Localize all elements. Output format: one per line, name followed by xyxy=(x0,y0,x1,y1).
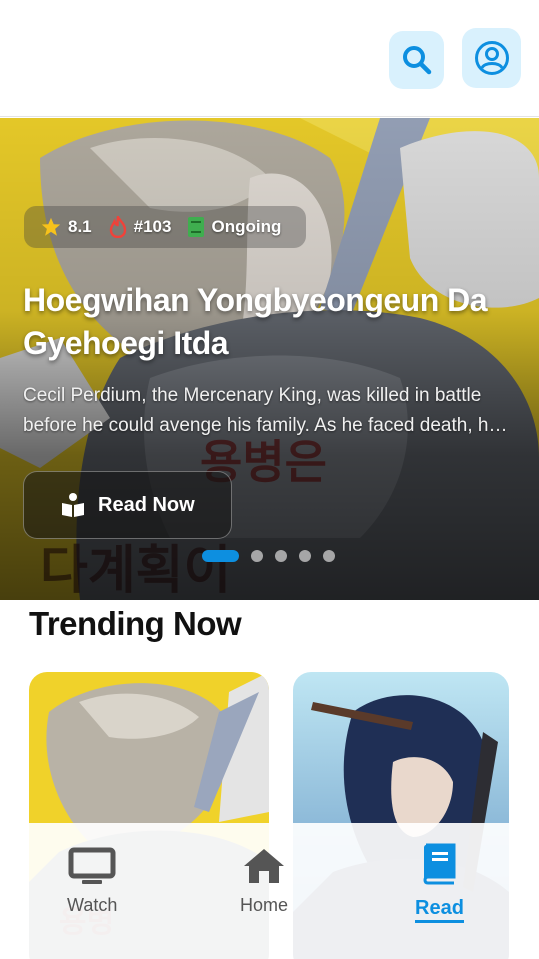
rating-badge: 8.1 xyxy=(40,216,92,238)
home-icon xyxy=(244,849,284,883)
carousel-dot-3[interactable] xyxy=(275,550,287,562)
status-badge: Ongoing xyxy=(187,216,281,238)
hero-badges: 8.1 #103 Ongoing xyxy=(24,206,306,248)
rank-value: #103 xyxy=(133,217,172,236)
nav-watch[interactable]: Watch xyxy=(67,847,117,916)
profile-button[interactable] xyxy=(462,28,521,88)
nav-watch-label: Watch xyxy=(67,895,118,915)
nav-home[interactable]: Home xyxy=(240,847,288,916)
status-value: Ongoing xyxy=(211,217,282,236)
rank-badge: #103 xyxy=(108,216,172,238)
hero-title[interactable]: Hoegwihan Yongbyeongeun Da Gyehoegi Itda xyxy=(23,279,523,365)
carousel-dot-1[interactable] xyxy=(202,550,239,562)
bottom-navigation: Watch Home Read xyxy=(0,823,539,959)
user-circle-icon xyxy=(474,41,509,75)
carousel-indicators xyxy=(202,550,335,562)
nav-home-label: Home xyxy=(240,895,289,915)
carousel-dot-4[interactable] xyxy=(299,550,311,562)
top-app-bar xyxy=(0,0,539,117)
read-now-label: Read Now xyxy=(98,493,195,516)
book-icon xyxy=(423,843,456,885)
hero-description: Cecil Perdium, the Mercenary King, was k… xyxy=(23,385,500,436)
reading-person-icon xyxy=(62,493,84,517)
carousel-dot-5[interactable] xyxy=(323,550,335,562)
nav-read-label: Read xyxy=(415,897,464,923)
trending-section-title: Trending Now xyxy=(29,605,242,642)
carousel-dot-2[interactable] xyxy=(251,550,263,562)
monitor-icon xyxy=(68,847,116,884)
star-icon xyxy=(41,217,61,236)
book-status-icon xyxy=(188,217,205,237)
search-icon xyxy=(402,46,431,75)
fire-icon xyxy=(109,216,126,238)
nav-read[interactable]: Read xyxy=(415,843,464,923)
read-now-button[interactable]: Read Now xyxy=(23,471,232,539)
search-button[interactable] xyxy=(389,31,444,89)
rating-value: 8.1 xyxy=(68,217,92,236)
featured-carousel[interactable]: 용병은 다계획이 8.1 #103 Ongoing Hoegwihan Yong… xyxy=(0,118,539,600)
